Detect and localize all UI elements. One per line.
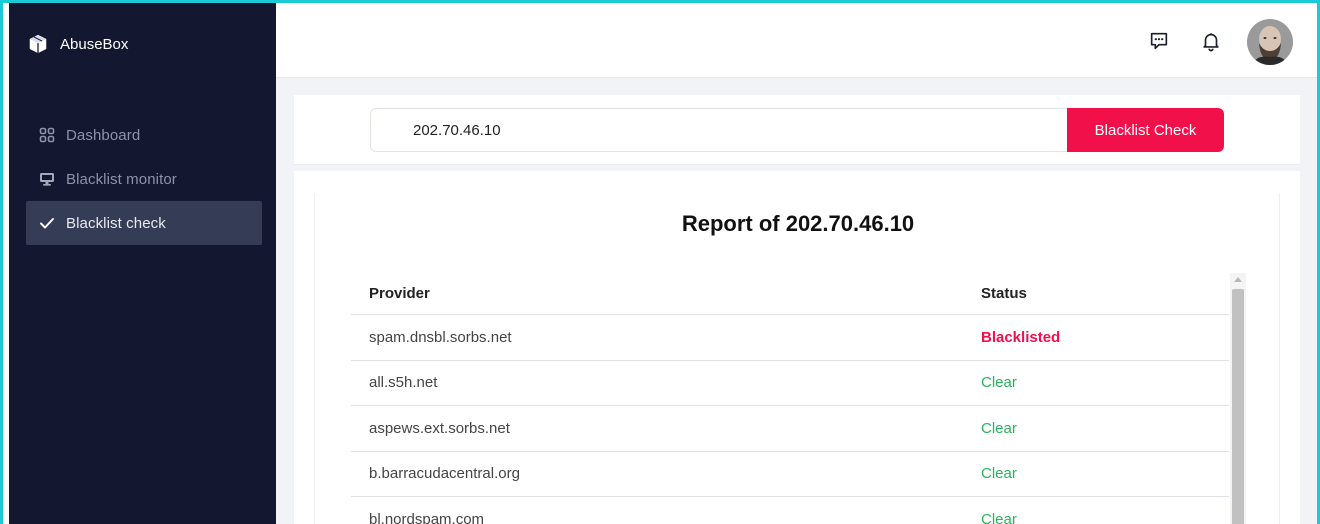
report-title: Report of 202.70.46.10 <box>681 211 915 236</box>
sidebar: AbuseBox Dashboard Blacklist monitor Bla… <box>9 3 276 524</box>
check-icon <box>38 214 56 232</box>
app-name: AbuseBox <box>60 35 129 53</box>
provider-cell: aspews.ext.sorbs.net <box>369 419 510 437</box>
status-cell: Clear <box>981 465 1017 483</box>
report-panel: Report of 202.70.46.10 Provider Status s… <box>314 193 1280 524</box>
main-content: Blacklist Check Report of 202.70.46.10 P… <box>276 3 1317 524</box>
status-cell: Clear <box>981 374 1017 392</box>
table-row: aspews.ext.sorbs.net Clear <box>351 406 1229 452</box>
provider-cell: bl.nordspam.com <box>369 510 485 524</box>
scroll-thumb[interactable] <box>1232 289 1244 524</box>
column-header-status: Status <box>981 285 1027 302</box>
report-card: Report of 202.70.46.10 Provider Status s… <box>294 171 1300 524</box>
monitor-icon <box>38 170 56 188</box>
box-icon <box>29 34 47 54</box>
sidebar-item-label: Blacklist monitor <box>66 170 177 188</box>
sidebar-item-blacklist-check[interactable]: Blacklist check <box>26 201 262 245</box>
provider-cell: b.barracudacentral.org <box>369 465 520 483</box>
avatar[interactable] <box>1247 19 1293 65</box>
sidebar-item-blacklist-monitor[interactable]: Blacklist monitor <box>26 157 262 201</box>
provider-cell: all.s5h.net <box>369 374 438 392</box>
table-scrollbar[interactable] <box>1230 273 1246 524</box>
table-header: Provider Status <box>351 273 1229 315</box>
search-card: Blacklist Check <box>294 95 1300 165</box>
grid-icon <box>38 126 56 144</box>
table-row: spam.dnsbl.sorbs.net Blacklisted <box>351 315 1229 361</box>
table-row: all.s5h.net Clear <box>351 361 1229 406</box>
bell-icon[interactable] <box>1199 29 1223 53</box>
status-cell: Clear <box>981 510 1017 524</box>
sidebar-nav: Dashboard Blacklist monitor Blacklist ch… <box>9 113 276 245</box>
blacklist-check-button[interactable]: Blacklist Check <box>1067 108 1224 152</box>
sidebar-item-label: Dashboard <box>66 126 141 144</box>
window-frame: AbuseBox Dashboard Blacklist monitor Bla… <box>0 0 1320 524</box>
sidebar-item-label: Blacklist check <box>66 214 166 232</box>
provider-cell: spam.dnsbl.sorbs.net <box>369 328 512 346</box>
sidebar-item-dashboard[interactable]: Dashboard <box>26 113 262 157</box>
app: AbuseBox Dashboard Blacklist monitor Bla… <box>3 3 1317 524</box>
table-row: bl.nordspam.com Clear <box>351 497 1229 524</box>
message-icon[interactable] <box>1147 29 1171 53</box>
status-cell: Blacklisted <box>981 328 1061 346</box>
ip-search-input[interactable] <box>370 108 1070 152</box>
status-cell: Clear <box>981 419 1017 437</box>
scroll-up-arrow[interactable] <box>1234 277 1242 282</box>
report-table: Provider Status spam.dnsbl.sorbs.net Bla… <box>351 273 1229 524</box>
topbar <box>276 3 1317 78</box>
table-row: b.barracudacentral.org Clear <box>351 452 1229 497</box>
column-header-provider: Provider <box>369 285 430 302</box>
brand[interactable]: AbuseBox <box>27 33 128 55</box>
